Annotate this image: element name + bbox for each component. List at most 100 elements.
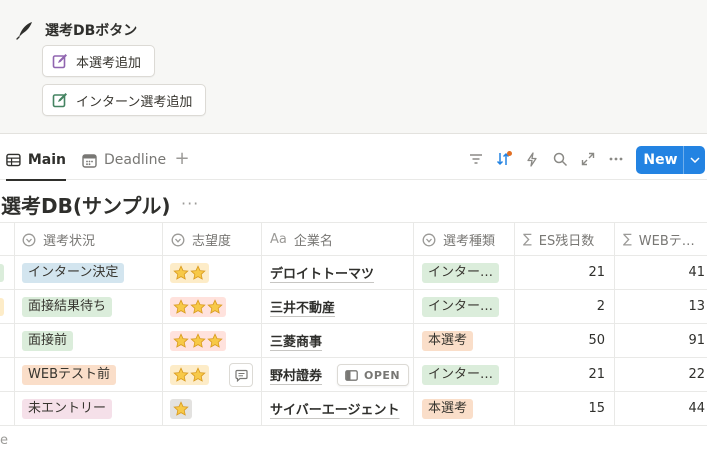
view-tabs-bar: Main Deadline + xyxy=(0,140,707,181)
webtest-cell[interactable]: 91 xyxy=(615,324,705,357)
table-row[interactable]: 未エントリー サイバーエージェント 本選考 15 44 xyxy=(0,392,707,426)
webtest-value: 22 xyxy=(688,367,705,382)
selection-type-cell[interactable]: 本選考 xyxy=(422,392,512,425)
status-cell[interactable]: 面接前 xyxy=(22,324,160,357)
column-header-es-days[interactable]: ∑ ES残日数 xyxy=(515,223,613,256)
column-divider xyxy=(261,222,262,426)
table-row[interactable]: 面接結果待ち 三井不動産 インター… 2 13 xyxy=(0,290,707,324)
selection-type-tag: 本選考 xyxy=(422,398,474,419)
star-icon xyxy=(173,264,189,280)
column-header-label: 選考状況 xyxy=(43,234,96,249)
comment-button[interactable] xyxy=(229,363,253,387)
column-header-webtest[interactable]: ∑ WEBテ… xyxy=(615,223,707,256)
preference-cell[interactable] xyxy=(170,392,260,425)
add-main-selection-button[interactable]: 本選考追加 xyxy=(42,45,155,77)
tab-deadline[interactable]: Deadline xyxy=(82,140,166,180)
table-row[interactable]: WEBテスト前 野村證券 インター… 21 22 OPEN xyxy=(0,358,707,392)
column-header-status[interactable]: 選考状況 xyxy=(14,223,162,256)
add-intern-selection-label: インターン選考追加 xyxy=(76,94,193,110)
status-icon xyxy=(422,233,436,246)
webtest-cell[interactable]: 22 xyxy=(615,358,705,391)
status-cell[interactable]: 面接結果待ち xyxy=(22,290,160,323)
database-more-icon[interactable]: ··· xyxy=(181,194,199,213)
company-name[interactable]: サイバーエージェント xyxy=(270,399,399,418)
es-days-cell[interactable]: 2 xyxy=(515,290,605,323)
edit-icon xyxy=(52,93,67,108)
column-divider xyxy=(413,222,414,426)
open-page-button[interactable]: OPEN xyxy=(337,364,410,386)
es-days-value: 21 xyxy=(588,367,605,382)
star-icon xyxy=(173,366,189,382)
status-cell[interactable]: インターン決定 xyxy=(22,256,160,289)
company-name[interactable]: デロイトトーマツ xyxy=(270,263,374,282)
selection-type-cell[interactable]: インター… xyxy=(422,290,512,323)
star-icon xyxy=(207,332,223,348)
preference-cell[interactable] xyxy=(170,324,260,357)
status-cell[interactable]: WEBテスト前 xyxy=(22,358,160,391)
add-main-selection-label: 本選考追加 xyxy=(76,55,142,71)
status-cell[interactable]: 未エントリー xyxy=(22,392,160,425)
webtest-cell[interactable]: 41 xyxy=(615,256,705,289)
selection-type-tag: インター… xyxy=(422,262,500,283)
company-cell[interactable]: 三井不動産 xyxy=(270,290,412,323)
es-days-value: 21 xyxy=(588,265,605,280)
filter-icon[interactable] xyxy=(467,150,485,168)
add-view-icon[interactable]: + xyxy=(174,148,190,170)
selection-type-cell[interactable]: インター… xyxy=(422,256,512,289)
button-panel: 選考DBボタン 本選考追加 インターン選考追加 xyxy=(0,0,707,134)
star-rating xyxy=(170,296,226,317)
star-rating xyxy=(170,330,226,351)
add-intern-selection-button[interactable]: インターン選考追加 xyxy=(42,84,206,116)
es-days-cell[interactable]: 21 xyxy=(515,358,605,391)
company-cell[interactable]: デロイトトーマツ xyxy=(270,256,412,289)
es-days-value: 15 xyxy=(588,401,605,416)
database-title[interactable]: 選考DB(サンプル) xyxy=(1,190,171,219)
webtest-cell[interactable]: 13 xyxy=(615,290,705,323)
tab-deadline-label: Deadline xyxy=(104,152,167,168)
edit-icon xyxy=(52,54,67,69)
table-footer-fragment: e xyxy=(0,433,8,448)
star-icon xyxy=(173,400,189,416)
column-header-preference[interactable]: 志望度 xyxy=(163,223,261,256)
feather-pen-icon xyxy=(16,22,32,40)
column-divider xyxy=(162,222,163,426)
tab-main[interactable]: Main xyxy=(6,140,66,181)
status-tag: 面接結果待ち xyxy=(22,296,113,317)
table-row[interactable]: 面接前 三菱商事 本選考 50 91 xyxy=(0,324,707,358)
formula-icon: ∑ xyxy=(523,232,532,247)
column-header-company[interactable]: Aa 企業名 xyxy=(262,223,413,256)
expand-icon[interactable] xyxy=(579,150,597,168)
star-rating xyxy=(170,398,192,419)
column-header-selection-type[interactable]: 選考種類 xyxy=(414,223,514,256)
comment-icon xyxy=(234,369,248,382)
lightning-icon[interactable] xyxy=(523,150,541,168)
status-tag: 面接前 xyxy=(22,330,74,351)
company-cell[interactable]: 三菱商事 xyxy=(270,324,412,357)
button-panel-title: 選考DBボタン xyxy=(45,23,138,39)
search-icon[interactable] xyxy=(551,150,569,168)
company-name[interactable]: 三井不動産 xyxy=(270,297,335,316)
new-button[interactable]: New xyxy=(636,146,705,174)
column-divider xyxy=(614,222,615,426)
new-dropdown-button[interactable] xyxy=(683,146,705,174)
selection-type-cell[interactable]: 本選考 xyxy=(422,324,512,357)
webtest-cell[interactable]: 44 xyxy=(615,392,705,425)
es-days-cell[interactable]: 15 xyxy=(515,392,605,425)
company-cell[interactable]: サイバーエージェント xyxy=(270,392,412,425)
company-name[interactable]: 三菱商事 xyxy=(270,331,322,350)
column-header-label: WEBテ… xyxy=(638,234,695,249)
column-divider xyxy=(14,222,15,426)
selection-type-cell[interactable]: インター… xyxy=(422,358,512,391)
es-days-cell[interactable]: 50 xyxy=(515,324,605,357)
formula-icon: ∑ xyxy=(623,232,632,247)
es-days-cell[interactable]: 21 xyxy=(515,256,605,289)
company-name[interactable]: 野村證券 xyxy=(270,365,322,384)
preference-cell[interactable] xyxy=(170,290,260,323)
star-icon xyxy=(173,332,189,348)
more-icon[interactable] xyxy=(607,150,625,168)
table-row[interactable]: インターン決定 デロイトトーマツ インター… 21 41 xyxy=(0,256,707,290)
preference-cell[interactable] xyxy=(170,256,260,289)
sort-icon[interactable] xyxy=(495,150,513,168)
webtest-value: 44 xyxy=(688,401,705,416)
status-tag: 未エントリー xyxy=(22,398,113,419)
